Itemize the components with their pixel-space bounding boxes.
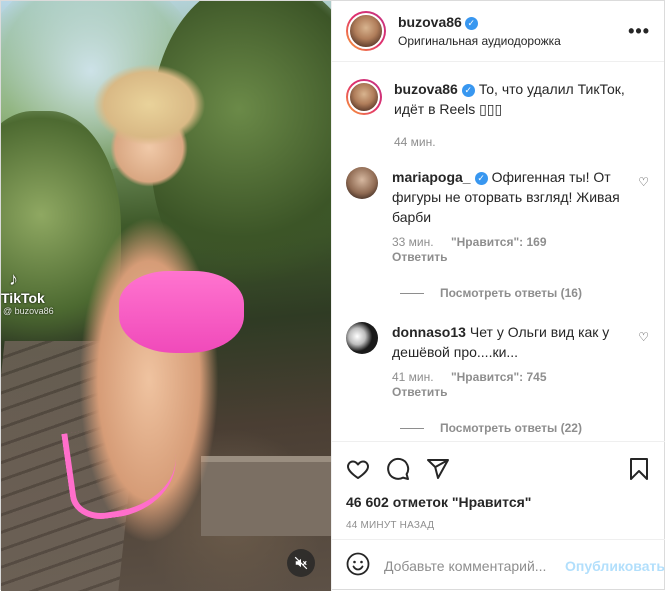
view-replies-button[interactable]: Посмотреть ответы (22) bbox=[400, 421, 651, 435]
like-button[interactable] bbox=[346, 457, 370, 481]
post-header: buzova86 ✓ Оригинальная аудиодорожка ••• bbox=[332, 1, 664, 62]
divider-line bbox=[400, 292, 424, 294]
share-button[interactable] bbox=[426, 457, 450, 481]
verified-icon: ✓ bbox=[461, 83, 475, 97]
post-actions: 46 602 отметок "Нравится" 44 минут назад bbox=[332, 441, 665, 531]
emoji-button[interactable] bbox=[346, 552, 370, 579]
tiktok-user: @ buzova86 bbox=[3, 306, 54, 316]
heart-icon bbox=[347, 460, 369, 479]
speaker-muted-icon bbox=[294, 556, 308, 570]
comment-likes[interactable]: "Нравится": 169 bbox=[451, 235, 547, 249]
emoji-placeholder-icon: ▯▯▯ bbox=[479, 101, 503, 117]
caption-body: buzova86 ✓ То, что удалил ТикТок, идёт в R… bbox=[394, 79, 651, 149]
likes-count[interactable]: 46 602 отметок "Нравится" bbox=[346, 494, 651, 510]
posted-time[interactable]: 44 минут назад bbox=[346, 520, 651, 531]
caption-username[interactable]: buzova86 bbox=[394, 81, 458, 97]
comment-username[interactable]: donnaso13 bbox=[392, 324, 466, 340]
comment-time[interactable]: 33 мин. bbox=[392, 235, 434, 249]
smiley-icon bbox=[346, 552, 370, 576]
author-username[interactable]: buzova86 bbox=[398, 14, 462, 30]
comments-section: buzova86 ✓ То, что удалил ТикТок, идёт в R… bbox=[332, 63, 665, 441]
author-avatar[interactable] bbox=[346, 11, 386, 51]
more-options-button[interactable]: ••• bbox=[628, 21, 650, 42]
post-details-panel: buzova86 ✓ Оригинальная аудиодорожка ••• … bbox=[331, 1, 665, 591]
commenter-avatar[interactable] bbox=[346, 167, 378, 199]
comment-like-heart-icon[interactable]: ♡ bbox=[638, 175, 649, 189]
view-replies-button[interactable]: Посмотреть ответы (16) bbox=[400, 286, 651, 300]
action-icons bbox=[346, 454, 651, 484]
caption-time: 44 мин. bbox=[394, 135, 436, 149]
comment-input[interactable] bbox=[384, 557, 565, 574]
view-replies-label: Посмотреть ответы (16) bbox=[440, 286, 582, 300]
reply-button[interactable]: Ответить bbox=[392, 385, 637, 399]
commenter-avatar[interactable] bbox=[346, 322, 378, 354]
comment-icon bbox=[387, 457, 410, 480]
tiktok-brand: TikTok bbox=[1, 290, 45, 306]
bookmark-icon bbox=[630, 458, 648, 480]
comment-item: mariapoga_ ✓ Офигенная ты! От фигуры не от… bbox=[346, 167, 651, 264]
caption-avatar[interactable] bbox=[346, 79, 382, 115]
comment-body: mariapoga_ ✓ Офигенная ты! От фигуры не от… bbox=[392, 167, 651, 264]
tiktok-watermark: ♪ TikTok @ buzova86 bbox=[1, 269, 54, 316]
comment-item: donnaso13 Чет у Ольги вид как у дешёвой п… bbox=[346, 322, 651, 399]
audio-subtitle[interactable]: Оригинальная аудиодорожка bbox=[398, 34, 628, 48]
verified-icon: ✓ bbox=[474, 171, 488, 185]
caption: buzova86 ✓ То, что удалил ТикТок, идёт в R… bbox=[346, 79, 651, 149]
post: ♪ TikTok @ buzova86 buzova86 ✓ Оригинальн… bbox=[0, 0, 665, 591]
tiktok-logo-icon: ♪ bbox=[9, 269, 18, 289]
save-button[interactable] bbox=[627, 457, 651, 481]
view-replies-label: Посмотреть ответы (22) bbox=[440, 421, 582, 435]
comment-username[interactable]: mariapoga_ bbox=[392, 169, 471, 185]
mute-button[interactable] bbox=[287, 549, 315, 577]
publish-button[interactable]: Опубликовать bbox=[565, 558, 665, 574]
header-text: buzova86 ✓ Оригинальная аудиодорожка bbox=[398, 14, 628, 48]
paper-plane-icon bbox=[427, 459, 449, 479]
comment-likes[interactable]: "Нравится": 745 bbox=[451, 370, 547, 384]
reply-button[interactable]: Ответить bbox=[392, 250, 637, 264]
comment-body: donnaso13 Чет у Ольги вид как у дешёвой п… bbox=[392, 322, 651, 399]
comment-button[interactable] bbox=[386, 457, 410, 481]
comment-like-heart-icon[interactable]: ♡ bbox=[638, 330, 649, 344]
comment-time[interactable]: 41 мин. bbox=[392, 370, 434, 384]
post-video[interactable]: ♪ TikTok @ buzova86 bbox=[1, 1, 331, 591]
verified-icon: ✓ bbox=[464, 16, 478, 30]
video-subject bbox=[119, 271, 244, 353]
divider-line bbox=[400, 427, 424, 429]
add-comment-bar: Опубликовать bbox=[332, 539, 665, 591]
ellipsis-icon: ••• bbox=[628, 20, 650, 41]
